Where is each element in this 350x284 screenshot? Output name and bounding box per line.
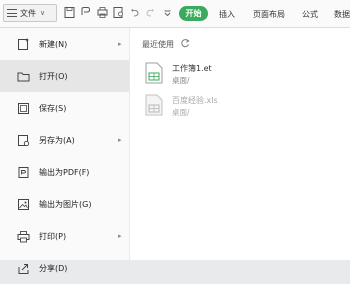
folder-icon [17,72,30,81]
sidebar-item-label: 输出为PDF(F) [39,167,90,177]
sidebar-item-export-pdf[interactable]: 输出为PDF(F) [0,156,129,188]
tab-insert[interactable]: 插入 [219,9,235,20]
file-name: 百度经验.xls [172,96,218,105]
share-icon [18,263,29,274]
tab-page-layout[interactable]: 页面布局 [253,9,285,20]
spreadsheet-file-icon [145,94,163,116]
sidebar-item-open[interactable]: 打开(O) [0,60,129,92]
sidebar-item-save-as[interactable]: 另存为(A) ▸ [0,124,129,156]
recent-title: 最近使用 [142,40,174,49]
recent-file-item[interactable]: 工作簿1.et 桌面/ [145,60,345,90]
sidebar-item-new[interactable]: 新建(N) ▸ [0,28,129,60]
customize-icon[interactable] [162,6,173,19]
refresh-icon[interactable] [180,38,190,48]
chevron-right-icon: ▸ [118,136,122,144]
tab-data[interactable]: 数据 [334,9,350,20]
save-icon [18,102,29,114]
chevron-right-icon: ▸ [118,232,122,240]
sidebar-item-label: 输出为图片(G) [39,199,92,209]
sidebar-item-label: 另存为(A) [39,135,75,145]
sidebar-item-label: 保存(S) [39,103,67,113]
print-preview-icon[interactable] [113,6,124,19]
recent-file-item[interactable]: 百度经验.xls 桌面/ [145,92,345,122]
sidebar-item-label: 新建(N) [39,39,68,49]
save-as-icon [18,134,30,146]
tab-formula[interactable]: 公式 [302,9,318,20]
recent-files-panel: 最近使用 工作簿1.et 桌面/ 百度经验.xls 桌面/ [130,28,350,260]
sidebar-item-export-image[interactable]: 输出为图片(G) [0,188,129,220]
file-menu-label: 文件 [20,8,36,18]
save-icon[interactable] [64,6,75,19]
file-path: 桌面/ [172,108,190,117]
sidebar-item-label: 分享(D) [39,263,68,273]
hamburger-icon [7,9,17,17]
sidebar-item-label: 打印(P) [39,231,67,241]
file-menu-button[interactable]: 文件 ∨ [3,4,57,22]
file-menu-panel: 新建(N) ▸ 打开(O) 保存(S) 另存为(A) ▸ 输出为PDF(F) 输… [0,28,129,274]
sidebar-item-label: 打开(O) [39,71,68,81]
printer-icon [17,230,30,242]
image-icon [18,198,29,210]
spreadsheet-file-icon [145,62,163,84]
share-icon[interactable] [80,6,91,19]
tab-start[interactable]: 开始 [179,6,208,21]
chevron-right-icon: ▸ [118,40,122,48]
quick-access-toolbar: 文件 ∨ 开始 插入 页面布局 公式 数据 [0,0,350,28]
file-path: 桌面/ [172,76,190,85]
pdf-icon [18,166,29,178]
file-name: 工作簿1.et [172,64,212,73]
sidebar-item-save[interactable]: 保存(S) [0,92,129,124]
sidebar-item-print[interactable]: 打印(P) ▸ [0,220,129,252]
sidebar-item-share[interactable]: 分享(D) [0,252,129,284]
print-icon[interactable] [97,6,108,19]
chevron-down-icon: ∨ [40,9,46,17]
new-doc-icon [18,38,29,50]
redo-icon[interactable] [145,6,156,19]
undo-icon[interactable] [129,6,140,19]
